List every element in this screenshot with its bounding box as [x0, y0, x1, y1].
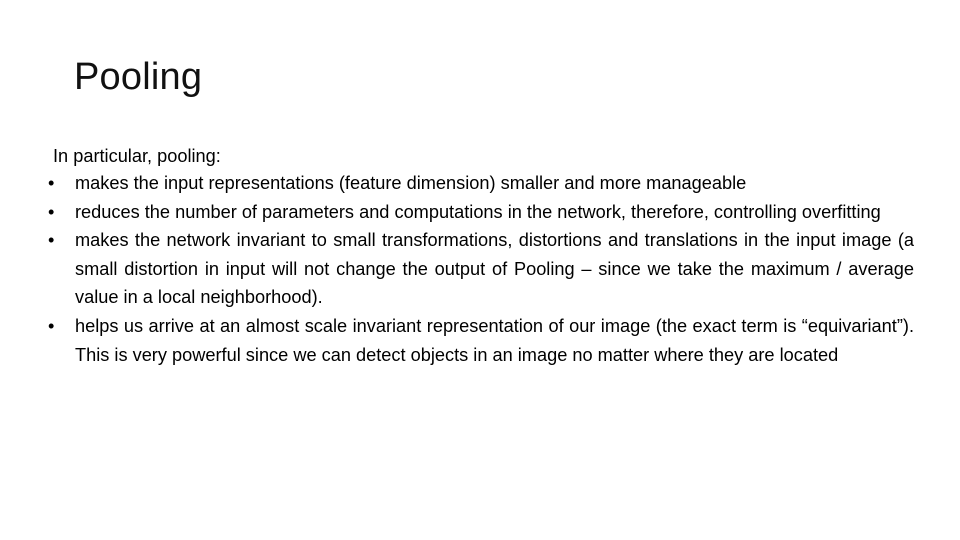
bullet-text: reduces the number of parameters and com…: [75, 201, 881, 222]
bullet-text: makes the network invariant to small tra…: [75, 230, 914, 308]
bullet-text: makes the input representations (feature…: [75, 173, 747, 193]
bullet-icon: •: [48, 315, 55, 336]
bullet-icon: •: [48, 201, 55, 222]
bullet-icon: •: [48, 230, 55, 251]
bullet-item: • makes the network invariant to small t…: [48, 226, 914, 312]
bullet-item: • helps us arrive at an almost scale inv…: [48, 312, 914, 369]
slide-title: Pooling: [74, 56, 203, 98]
bullet-text: helps us arrive at an almost scale invar…: [75, 315, 914, 365]
bullet-icon: •: [48, 173, 55, 193]
bullet-list: • makes the input representations (featu…: [48, 169, 914, 369]
intro-text: In particular, pooling:: [53, 146, 221, 166]
bullet-item: • makes the input representations (featu…: [48, 169, 914, 198]
bullet-item: • reduces the number of parameters and c…: [48, 198, 914, 227]
